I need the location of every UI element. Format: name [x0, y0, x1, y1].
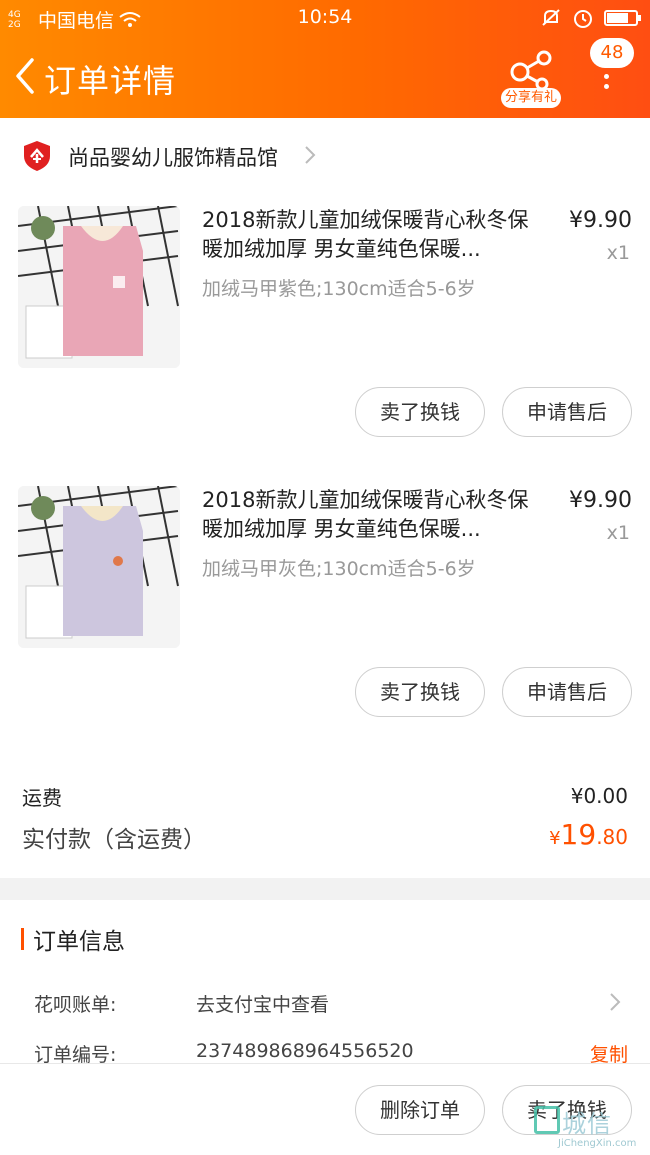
shop-badge-icon: [24, 141, 50, 171]
page-title: 订单详情: [44, 62, 177, 100]
huabei-bill-row[interactable]: 花呗账单: 去支付宝中查看: [0, 982, 650, 1026]
order-number-value: 237489868964556520: [196, 1040, 414, 1062]
sell-for-cash-button[interactable]: 卖了换钱: [355, 667, 485, 717]
order-item: 2018新款儿童加绒保暖背心秋冬保暖加绒加厚 男女童纯色保暖... 加绒马甲紫色…: [0, 194, 650, 474]
product-title[interactable]: 2018新款儿童加绒保暖背心秋冬保暖加绒加厚 男女童纯色保暖...: [202, 486, 542, 544]
status-bar: 4G 2G 中国电信 10:54: [0, 0, 650, 36]
order-item: 2018新款儿童加绒保暖背心秋冬保暖加绒加厚 男女童纯色保暖... 加绒马甲灰色…: [0, 474, 650, 754]
product-price: ¥9.90: [569, 488, 632, 513]
shipping-label: 运费: [22, 786, 62, 810]
delete-order-button[interactable]: 删除订单: [355, 1085, 485, 1135]
order-info-heading: 订单信息: [33, 929, 125, 955]
more-dot-icon: [604, 74, 609, 79]
product-title[interactable]: 2018新款儿童加绒保暖背心秋冬保暖加绒加厚 男女童纯色保暖...: [202, 206, 542, 264]
product-image[interactable]: [18, 486, 180, 648]
amount-decimal: .80: [596, 825, 628, 849]
product-sku: 加绒马甲紫色;130cm适合5-6岁: [202, 278, 476, 300]
alarm-icon: [574, 10, 592, 28]
amount-integer: 19: [560, 818, 597, 851]
product-image[interactable]: [18, 206, 180, 368]
huabei-label: 花呗账单:: [34, 994, 117, 1016]
watermark-logo: 城信 JiChengXin.com: [532, 1104, 644, 1152]
app-header: 4G 2G 中国电信 10:54 订单详情 分享有礼 48: [0, 0, 650, 118]
shipping-value: ¥0.00: [570, 784, 628, 808]
product-sku: 加绒马甲灰色;130cm适合5-6岁: [202, 558, 476, 580]
amount-paid-value: ¥19.80: [549, 818, 628, 851]
product-quantity: x1: [606, 242, 630, 264]
chevron-right-icon: [305, 146, 316, 164]
product-price: ¥9.90: [569, 208, 632, 233]
vest-shape: [63, 226, 143, 356]
watermark-glyph-icon: [534, 1106, 560, 1134]
amount-paid-label: 实付款（含运费）: [22, 827, 206, 853]
share-icon: [510, 50, 552, 90]
more-dot-icon: [604, 84, 609, 89]
chevron-right-icon: [610, 993, 621, 1011]
vest-shape: [63, 506, 143, 636]
product-photo: [18, 206, 180, 368]
huabei-value: 去支付宝中查看: [196, 994, 330, 1016]
watermark-url: JiChengXin.com: [558, 1138, 637, 1149]
section-accent-bar: [21, 928, 24, 950]
watermark-text: 城信: [562, 1110, 612, 1138]
battery-icon: [604, 10, 641, 26]
shop-row[interactable]: 尚品婴幼儿服饰精品馆: [0, 118, 650, 194]
sell-for-cash-button[interactable]: 卖了换钱: [355, 387, 485, 437]
message-count-badge: 48: [590, 38, 634, 68]
after-sales-button[interactable]: 申请售后: [502, 667, 632, 717]
product-quantity: x1: [606, 522, 630, 544]
back-arrow-icon[interactable]: [10, 56, 40, 96]
status-right: [540, 7, 641, 29]
shop-name: 尚品婴幼儿服饰精品馆: [68, 146, 278, 170]
mute-icon: [542, 9, 560, 26]
after-sales-button[interactable]: 申请售后: [502, 387, 632, 437]
section-divider: [0, 878, 650, 900]
share-gift-label: 分享有礼: [501, 88, 562, 108]
share-gift-button[interactable]: 分享有礼: [498, 46, 566, 110]
nav-bar: 订单详情 分享有礼 48: [0, 38, 650, 112]
more-menu-button[interactable]: 48: [590, 38, 634, 108]
currency-symbol: ¥: [549, 828, 561, 849]
product-photo: [18, 486, 180, 648]
